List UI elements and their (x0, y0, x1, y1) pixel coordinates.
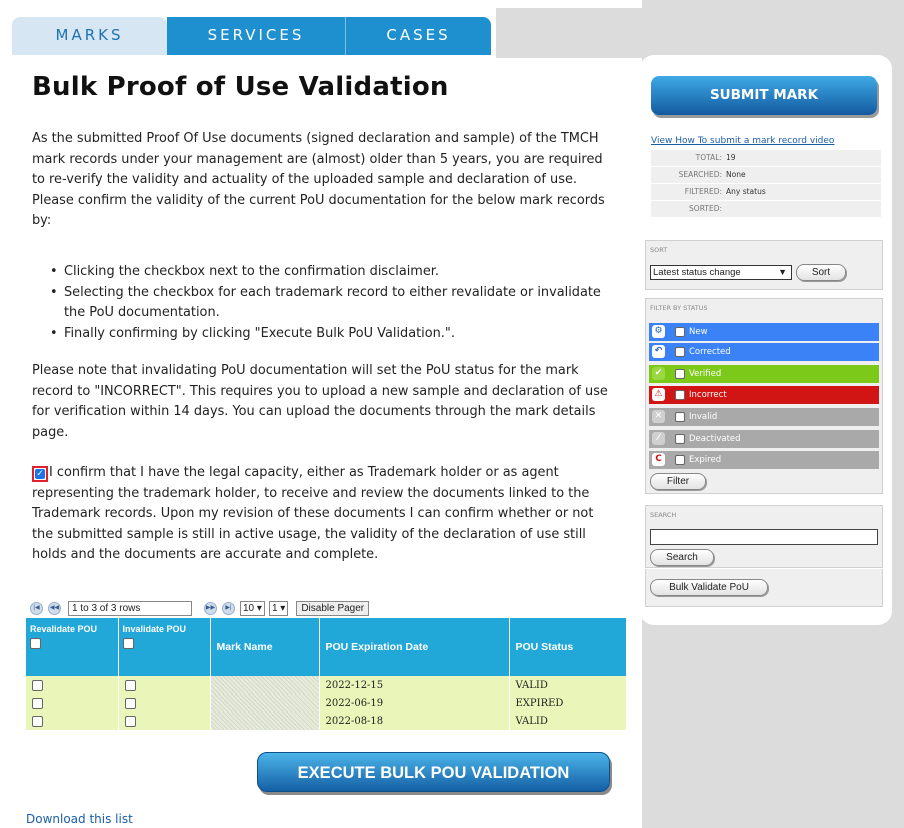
expiration-cell: 2022-06-19 (319, 694, 510, 712)
invalidate-checkbox[interactable] (124, 715, 136, 727)
tab-marks[interactable]: MARKS (12, 17, 167, 55)
invalidate-checkbox[interactable] (124, 679, 136, 691)
undo-icon: ↶ (652, 345, 665, 358)
execute-bulk-validation-button[interactable]: EXECUTE BULK POU VALIDATION (257, 752, 610, 792)
chevron-down-icon: ▼ (778, 267, 787, 277)
filter-checkbox[interactable] (675, 369, 685, 379)
disable-pager-button[interactable]: Disable Pager (296, 601, 370, 616)
page-title: Bulk Proof of Use Validation (32, 72, 449, 102)
main-tabs: MARKS SERVICES CASES (12, 17, 491, 55)
search-title: SEARCH (650, 511, 677, 519)
filter-checkbox[interactable] (675, 390, 685, 400)
marks-table: Revalidate POU Invalidate POU Mark Name … (26, 618, 627, 730)
bulk-validate-button[interactable]: Bulk Validate PoU (650, 579, 768, 596)
mark-name-cell[interactable] (210, 694, 320, 712)
filter-button[interactable]: Filter (650, 473, 706, 490)
download-list-link[interactable]: Download this list (26, 812, 133, 826)
intro-paragraph: As the submitted Proof Of Use documents … (32, 131, 603, 187)
invalidate-checkbox[interactable] (124, 697, 136, 709)
filter-status-invalid[interactable]: ✕ Invalid (649, 408, 879, 426)
column-header-expiration[interactable]: POU Expiration Date (319, 618, 510, 676)
tab-cases[interactable]: CASES (345, 17, 491, 55)
stat-total: TOTAL: 19 (651, 150, 881, 166)
select-all-revalidate-checkbox[interactable] (30, 638, 41, 649)
filter-panel: FILTER BY STATUS ⚙ New ↶ Corrected ✔ Ver… (645, 298, 883, 494)
tab-services[interactable]: SERVICES (167, 17, 345, 55)
list-item: Finally confirming by clicking "Execute … (48, 324, 614, 345)
search-button[interactable]: Search (650, 549, 714, 566)
bulk-panel: Bulk Validate PoU (645, 569, 883, 607)
prev-page-icon[interactable]: ◀◀ (48, 602, 61, 615)
revalidate-checkbox[interactable] (32, 715, 43, 727)
steps-list: Clicking the checkbox next to the confir… (48, 262, 614, 344)
stat-searched: SEARCHED: None (651, 167, 881, 183)
sort-panel: SORT Latest status change ▼ Sort (645, 240, 883, 290)
list-item: Selecting the checkbox for each trademar… (48, 283, 614, 324)
filter-status-expired[interactable]: C Expired (649, 451, 879, 469)
filter-checkbox[interactable] (675, 434, 685, 444)
column-header-revalidate: Revalidate POU (26, 618, 119, 676)
filter-checkbox[interactable] (675, 455, 685, 465)
table-row: 2022-12-15 VALID (26, 676, 627, 694)
column-header-status[interactable]: POU Status (509, 618, 627, 676)
next-page-icon[interactable]: ▶▶ (204, 602, 217, 615)
disclaimer-text: I confirm that I have the legal capacity… (32, 465, 594, 562)
table-row: 2022-06-19 EXPIRED (26, 694, 627, 712)
column-header-mark-name[interactable]: Mark Name (210, 618, 320, 676)
column-header-invalidate: Invalidate POU (118, 618, 211, 676)
page-select[interactable]: 1 ▾ (268, 601, 289, 616)
filter-checkbox[interactable] (675, 327, 685, 337)
status-cell: VALID (509, 676, 627, 694)
filter-checkbox[interactable] (675, 412, 685, 422)
slash-icon: ⁄ (652, 432, 665, 445)
stats-summary: TOTAL: 19 SEARCHED: None FILTERED: Any stat… (651, 150, 881, 218)
stat-filtered: FILTERED: Any status (651, 184, 881, 200)
search-input[interactable] (650, 529, 878, 545)
page-size-select[interactable]: 10 ▾ (240, 601, 265, 616)
first-page-icon[interactable]: |◀ (30, 602, 43, 615)
filter-status-new[interactable]: ⚙ New (649, 323, 879, 341)
table-row: 2022-08-18 VALID (26, 712, 627, 730)
gear-icon: ⚙ (652, 325, 665, 338)
filter-checkbox[interactable] (675, 347, 685, 357)
status-cell: VALID (509, 712, 627, 730)
sort-title: SORT (650, 246, 668, 254)
filter-status-corrected[interactable]: ↶ Corrected (649, 343, 879, 361)
search-panel: SEARCH Search (645, 505, 883, 568)
status-cell: EXPIRED (509, 694, 627, 712)
cross-icon: ✕ (652, 410, 665, 423)
filter-status-deactivated[interactable]: ⁄ Deactivated (649, 430, 879, 448)
last-page-icon[interactable]: ▶| (222, 602, 235, 615)
mark-name-cell[interactable] (210, 712, 320, 730)
filter-title: FILTER BY STATUS (650, 304, 708, 312)
video-link[interactable]: View How To submit a mark record video (651, 136, 834, 146)
sort-button[interactable]: Sort (796, 264, 846, 281)
pager-range: 1 to 3 of 3 rows (68, 601, 192, 616)
warning-icon: ⚠ (652, 388, 665, 401)
revalidate-checkbox[interactable] (32, 679, 43, 691)
table-pager: |◀ ◀◀ 1 to 3 of 3 rows ▶▶ ▶| 10 ▾ 1 ▾ Di… (30, 600, 370, 617)
list-item: Clicking the checkbox next to the confir… (48, 262, 614, 283)
submit-mark-button[interactable]: SUBMIT MARK (651, 76, 877, 115)
sort-select[interactable]: Latest status change ▼ (650, 265, 792, 280)
filter-status-incorrect[interactable]: ⚠ Incorrect (649, 386, 879, 404)
expired-icon: C (652, 453, 665, 466)
expiration-cell: 2022-12-15 (319, 676, 510, 694)
note-text: Please note that invalidating PoU docume… (32, 363, 608, 440)
select-all-invalidate-checkbox[interactable] (122, 638, 134, 649)
revalidate-checkbox[interactable] (32, 697, 43, 709)
mark-name-cell[interactable] (210, 676, 320, 694)
intro-text: As the submitted Proof Of Use documents … (32, 129, 614, 232)
stat-sorted: SORTED: (651, 201, 881, 217)
instruction-paragraph: Please confirm the validity of the curre… (32, 192, 605, 229)
expiration-cell: 2022-08-18 (319, 712, 510, 730)
filter-status-verified[interactable]: ✔ Verified (649, 365, 879, 383)
check-icon: ✔ (652, 367, 665, 380)
